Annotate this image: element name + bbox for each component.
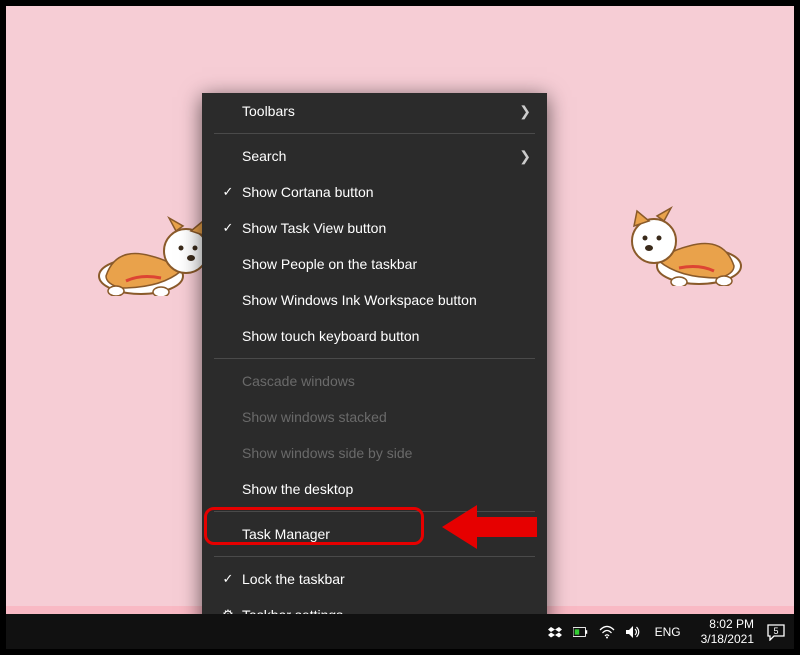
menu-show-people-label: Show People on the taskbar [242,256,531,272]
menu-show-cortana-label: Show Cortana button [242,184,531,200]
wifi-tray-icon[interactable] [599,624,615,640]
clock-time: 8:02 PM [701,617,754,631]
system-tray: ENG [547,624,693,640]
menu-show-task-view-label: Show Task View button [242,220,531,236]
menu-show-ink-label: Show Windows Ink Workspace button [242,292,531,308]
menu-lock-taskbar[interactable]: ✓ Lock the taskbar [202,561,547,597]
menu-show-cortana[interactable]: ✓ Show Cortana button [202,174,547,210]
volume-tray-icon[interactable] [625,624,641,640]
dropbox-tray-icon[interactable] [547,624,563,640]
menu-stacked-label: Show windows stacked [242,409,531,425]
menu-windows-stacked: Show windows stacked [202,399,547,435]
annotation-arrow-icon [442,500,537,555]
wallpaper-dog-left [91,206,211,296]
menu-windows-side-by-side: Show windows side by side [202,435,547,471]
clock-date: 3/18/2021 [701,632,754,646]
menu-cascade-windows: Cascade windows [202,363,547,399]
taskbar[interactable]: ENG 8:02 PM 3/18/2021 5 [6,614,794,649]
menu-show-touch-kb-label: Show touch keyboard button [242,328,531,344]
menu-lock-taskbar-label: Lock the taskbar [242,571,531,587]
menu-search[interactable]: Search ❯ [202,138,547,174]
menu-show-ink[interactable]: Show Windows Ink Workspace button [202,282,547,318]
divider [214,556,535,557]
divider [214,358,535,359]
menu-side-by-side-label: Show windows side by side [242,445,531,461]
action-center-icon[interactable]: 5 [762,623,790,641]
menu-show-touch-keyboard[interactable]: Show touch keyboard button [202,318,547,354]
menu-toolbars-label: Toolbars [242,103,519,119]
checkmark-icon: ✓ [218,220,238,236]
clock[interactable]: 8:02 PM 3/18/2021 [693,617,762,646]
svg-text:5: 5 [773,626,778,636]
divider [214,133,535,134]
menu-search-label: Search [242,148,519,164]
checkmark-icon: ✓ [218,571,238,587]
battery-tray-icon[interactable] [573,624,589,640]
wallpaper-dog-right [629,196,749,286]
menu-show-desktop-label: Show the desktop [242,481,531,497]
chevron-right-icon: ❯ [519,103,531,120]
menu-show-task-view[interactable]: ✓ Show Task View button [202,210,547,246]
menu-show-people[interactable]: Show People on the taskbar [202,246,547,282]
menu-toolbars[interactable]: Toolbars ❯ [202,93,547,129]
language-indicator[interactable]: ENG [651,625,685,639]
menu-cascade-label: Cascade windows [242,373,531,389]
checkmark-icon: ✓ [218,184,238,200]
chevron-right-icon: ❯ [519,148,531,165]
